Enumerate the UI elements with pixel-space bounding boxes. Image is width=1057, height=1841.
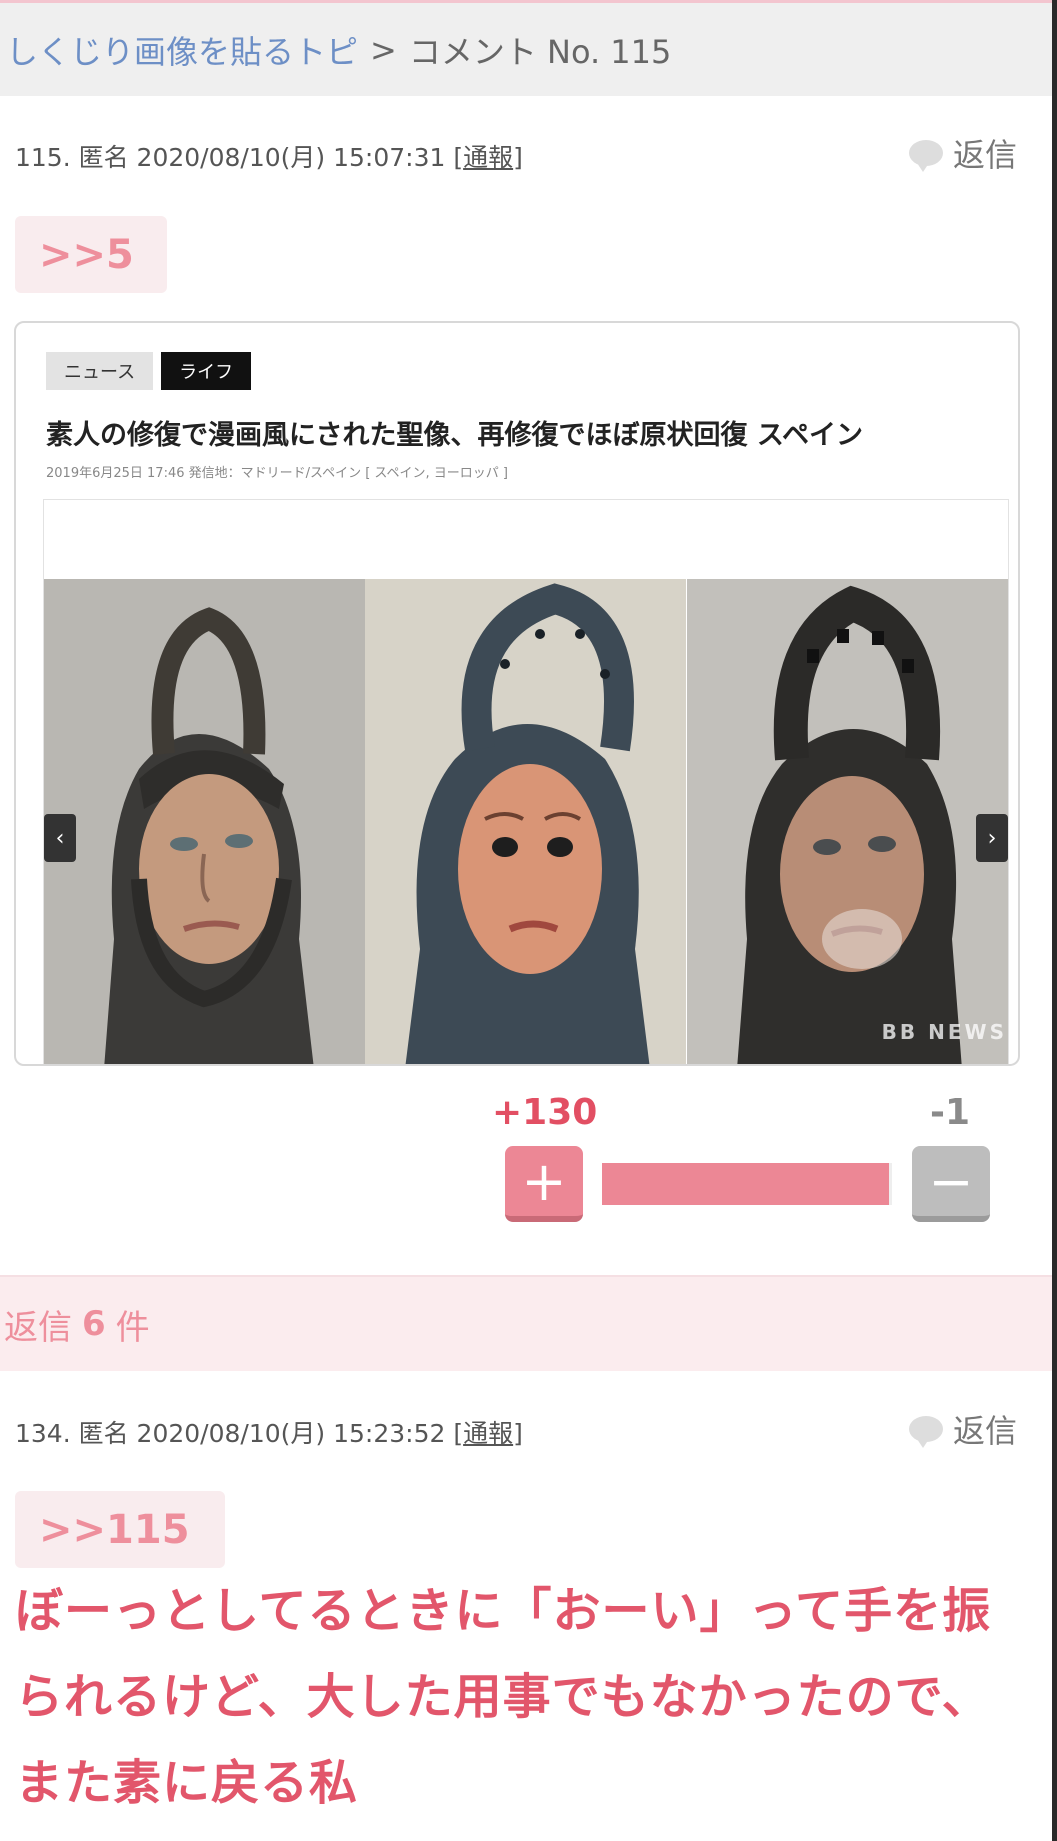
photo-gallery: ‹ › [43,499,1009,1064]
photo-restored [686,579,1008,1064]
photo-strip [44,579,1008,1064]
minus-vote-count: -1 [930,1092,970,1133]
plus-icon: + [521,1149,567,1213]
reply-button-label: 返信 [952,136,1017,174]
chevron-left-icon: ‹ [55,825,65,851]
reply-comment-reply-label: 返信 [952,1412,1017,1450]
page-edge [1052,0,1057,1841]
chevron-right-icon: › [987,825,997,851]
embedded-article-image[interactable]: ニュース ライフ 素人の修復で漫画風にされた聖像、再修復でほぼ原状回復 スペイン… [14,321,1020,1066]
reply-report-bracket-close: ] [513,1419,523,1448]
gallery-prev-button[interactable]: ‹ [44,814,76,862]
breadcrumb-current: コメント No. 115 [408,32,672,71]
plus-vote-count: +130 [492,1092,598,1133]
reply-report-label: 通報 [463,1419,514,1448]
report-bracket-open: [ [453,143,464,172]
reply-report-bracket-open: [ [453,1419,464,1448]
article-tags: ニュース ライフ [46,352,252,390]
vote-ratio-fill [602,1163,890,1205]
article-headline: 素人の修復で漫画風にされた聖像、再修復でほぼ原状回復 スペイン [46,420,863,451]
reply-comment-reply-button[interactable]: 返信 [908,1406,1017,1452]
replies-label-suffix: 件 [115,1307,150,1348]
plus-vote-button[interactable]: + [505,1146,583,1222]
reply-report-link[interactable]: [通報] [453,1419,523,1448]
statue-original-illustration [44,579,365,1064]
report-link[interactable]: [通報] [453,143,523,172]
anchor-link-label: >>5 [39,231,134,278]
report-bracket-close: ] [513,143,523,172]
vote-ratio-bar [602,1163,892,1205]
article-byline: 2019年6月25日 17:46 発信地：マドリード/スペイン [ スペイン, … [46,466,508,481]
comment-meta: 115. 匿名 2020/08/10(月) 15:07:31 [通報] [15,138,523,174]
speech-bubble-icon [908,140,943,172]
reply-anchor-link-label: >>115 [39,1506,190,1553]
reply-comment-meta-text: 134. 匿名 2020/08/10(月) 15:23:52 [15,1419,446,1448]
statue-botched-illustration [365,579,687,1064]
gallery-next-button[interactable]: › [976,814,1008,862]
breadcrumb-separator: > [370,30,397,69]
reply-comment-body: ぼーっとしてるときに「おーい」って手を振られるけど、大した用事でもなかったので、… [15,1583,992,1811]
replies-count: 6 [82,1304,106,1344]
report-label: 通報 [463,143,514,172]
breadcrumb: しくじり画像を貼るトピ > コメント No. 115 [0,0,1052,96]
image-watermark: BB NEWS [881,1020,1007,1044]
statue-restored-illustration [686,579,1008,1064]
replies-label-prefix: 返信 [4,1307,72,1348]
replies-toggle[interactable]: 返信 6 件 [0,1275,1052,1371]
photo-botched [365,579,687,1064]
breadcrumb-topic-link[interactable]: しくじり画像を貼るトピ [6,27,358,73]
minus-icon: − [928,1149,974,1213]
tag-news: ニュース [46,352,154,390]
tag-life: ライフ [161,352,252,390]
reply-button[interactable]: 返信 [908,130,1017,176]
minus-vote-button[interactable]: − [912,1146,990,1222]
comment-meta-text: 115. 匿名 2020/08/10(月) 15:07:31 [15,143,446,172]
reply-anchor-link[interactable]: >>115 [15,1491,225,1568]
photo-before [44,579,365,1064]
reply-comment-meta: 134. 匿名 2020/08/10(月) 15:23:52 [通報] [15,1414,523,1450]
anchor-link[interactable]: >>5 [15,216,167,293]
speech-bubble-icon [908,1416,943,1448]
